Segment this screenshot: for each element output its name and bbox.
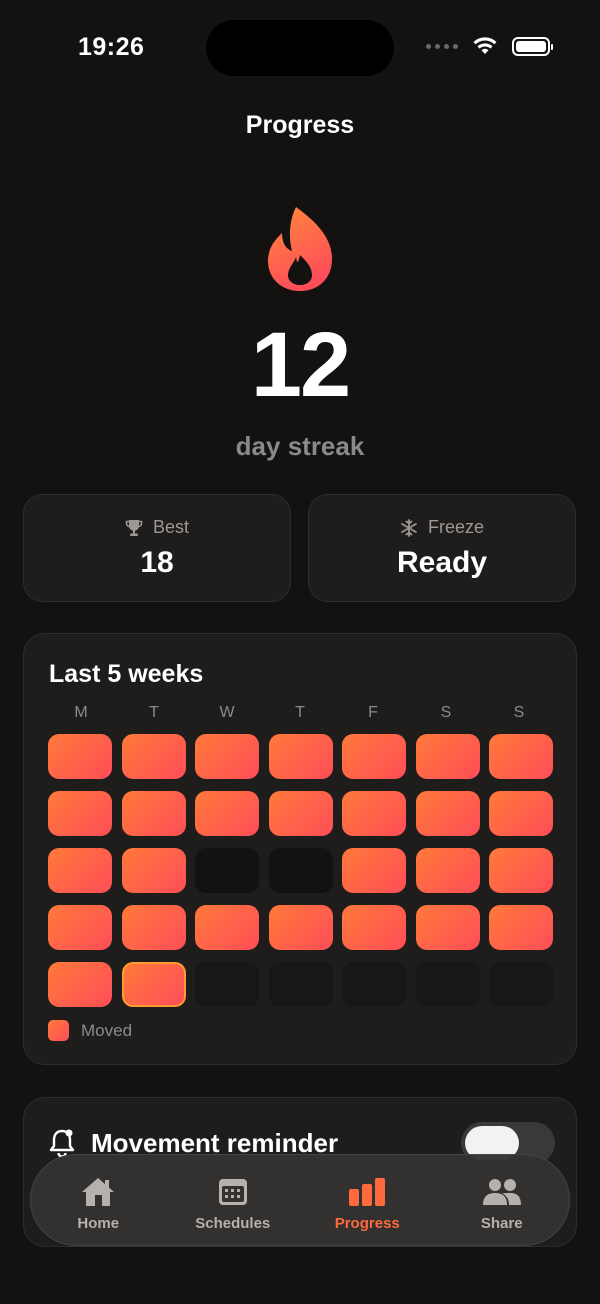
- tab-label: Schedules: [195, 1215, 271, 1232]
- day-cell-moved: [489, 791, 553, 836]
- tab-label: Progress: [334, 1215, 400, 1232]
- freeze-card: Freeze Ready: [308, 494, 576, 602]
- day-cell-moved: [342, 848, 406, 893]
- tab-bar: Home Schedules Progress Share: [30, 1154, 570, 1246]
- day-cell-moved: [415, 905, 480, 950]
- day-cell-future: [195, 962, 259, 1007]
- day-cell-future: [415, 962, 480, 1007]
- day-cell-future: [342, 962, 406, 1007]
- day-cell-moved: [342, 791, 406, 836]
- activity-grid: [48, 734, 553, 1007]
- day-cell-moved: [268, 791, 333, 836]
- day-cell-moved: [48, 734, 112, 779]
- day-cell-moved: [415, 734, 480, 779]
- cellular-signal-icon: [426, 43, 458, 49]
- day-cell-moved: [121, 734, 186, 779]
- freeze-value: Ready: [396, 546, 488, 579]
- flame-icon: [268, 207, 332, 291]
- day-cell-today: [121, 962, 186, 1007]
- tab-label: Home: [77, 1215, 120, 1232]
- legend-label: Moved: [81, 1020, 133, 1040]
- day-cell-moved: [195, 734, 259, 779]
- day-cell-moved: [48, 962, 112, 1007]
- weekday-label: W: [219, 704, 235, 721]
- day-cell-moved: [121, 791, 186, 836]
- calendar-title: Last 5 weeks: [49, 660, 204, 688]
- freeze-label: Freeze: [427, 517, 485, 537]
- day-cell-moved: [48, 791, 112, 836]
- snowflake-icon: [401, 518, 417, 537]
- day-cell-future: [268, 962, 333, 1007]
- best-value: 18: [140, 546, 174, 579]
- weekday-label: F: [368, 704, 378, 721]
- tab-label: Share: [480, 1215, 523, 1232]
- streak-label: day streak: [235, 431, 365, 461]
- bar-chart-icon: [349, 1178, 386, 1206]
- tab-schedules[interactable]: Schedules: [166, 1155, 301, 1245]
- day-cell-moved: [195, 791, 259, 836]
- trophy-icon: [125, 519, 143, 536]
- day-cell-moved: [415, 791, 480, 836]
- best-streak-card: Best 18: [23, 494, 291, 602]
- day-cell-future: [489, 962, 553, 1007]
- tab-home[interactable]: Home: [31, 1155, 166, 1245]
- tab-share[interactable]: Share: [435, 1155, 570, 1245]
- day-cell-moved: [195, 905, 259, 950]
- weekday-label: T: [295, 704, 305, 721]
- home-icon: [82, 1178, 115, 1206]
- day-cell-missed: [268, 848, 333, 893]
- day-cell-moved: [489, 905, 553, 950]
- battery-icon: [512, 36, 553, 56]
- day-cell-moved: [489, 734, 553, 779]
- weekday-label: S: [513, 704, 525, 721]
- weekday-label: T: [149, 704, 159, 721]
- activity-calendar-card: Last 5 weeks M T W T F S S Moved: [23, 633, 577, 1065]
- people-icon: [482, 1179, 521, 1205]
- page-title: Progress: [245, 111, 355, 139]
- legend-swatch: [48, 1020, 69, 1041]
- day-cell-moved: [121, 905, 186, 950]
- day-cell-moved: [48, 848, 112, 893]
- day-cell-moved: [342, 734, 406, 779]
- day-cell-moved: [342, 905, 406, 950]
- streak-count: 12: [250, 314, 351, 416]
- tab-progress[interactable]: Progress: [300, 1155, 435, 1245]
- weekday-labels: M T W T F S S: [49, 704, 553, 722]
- wifi-icon: [473, 37, 497, 54]
- weekday-label: M: [74, 704, 88, 721]
- status-indicators: [426, 36, 553, 56]
- day-cell-missed: [195, 848, 259, 893]
- dynamic-island: [206, 20, 394, 76]
- day-cell-moved: [48, 905, 112, 950]
- legend: Moved: [48, 1020, 132, 1041]
- calendar-icon: [218, 1179, 247, 1205]
- weekday-label: S: [440, 704, 452, 721]
- day-cell-moved: [121, 848, 186, 893]
- status-time: 19:26: [78, 33, 145, 61]
- day-cell-moved: [268, 905, 333, 950]
- day-cell-moved: [415, 848, 480, 893]
- day-cell-moved: [489, 848, 553, 893]
- day-cell-moved: [268, 734, 333, 779]
- best-label: Best: [152, 517, 190, 537]
